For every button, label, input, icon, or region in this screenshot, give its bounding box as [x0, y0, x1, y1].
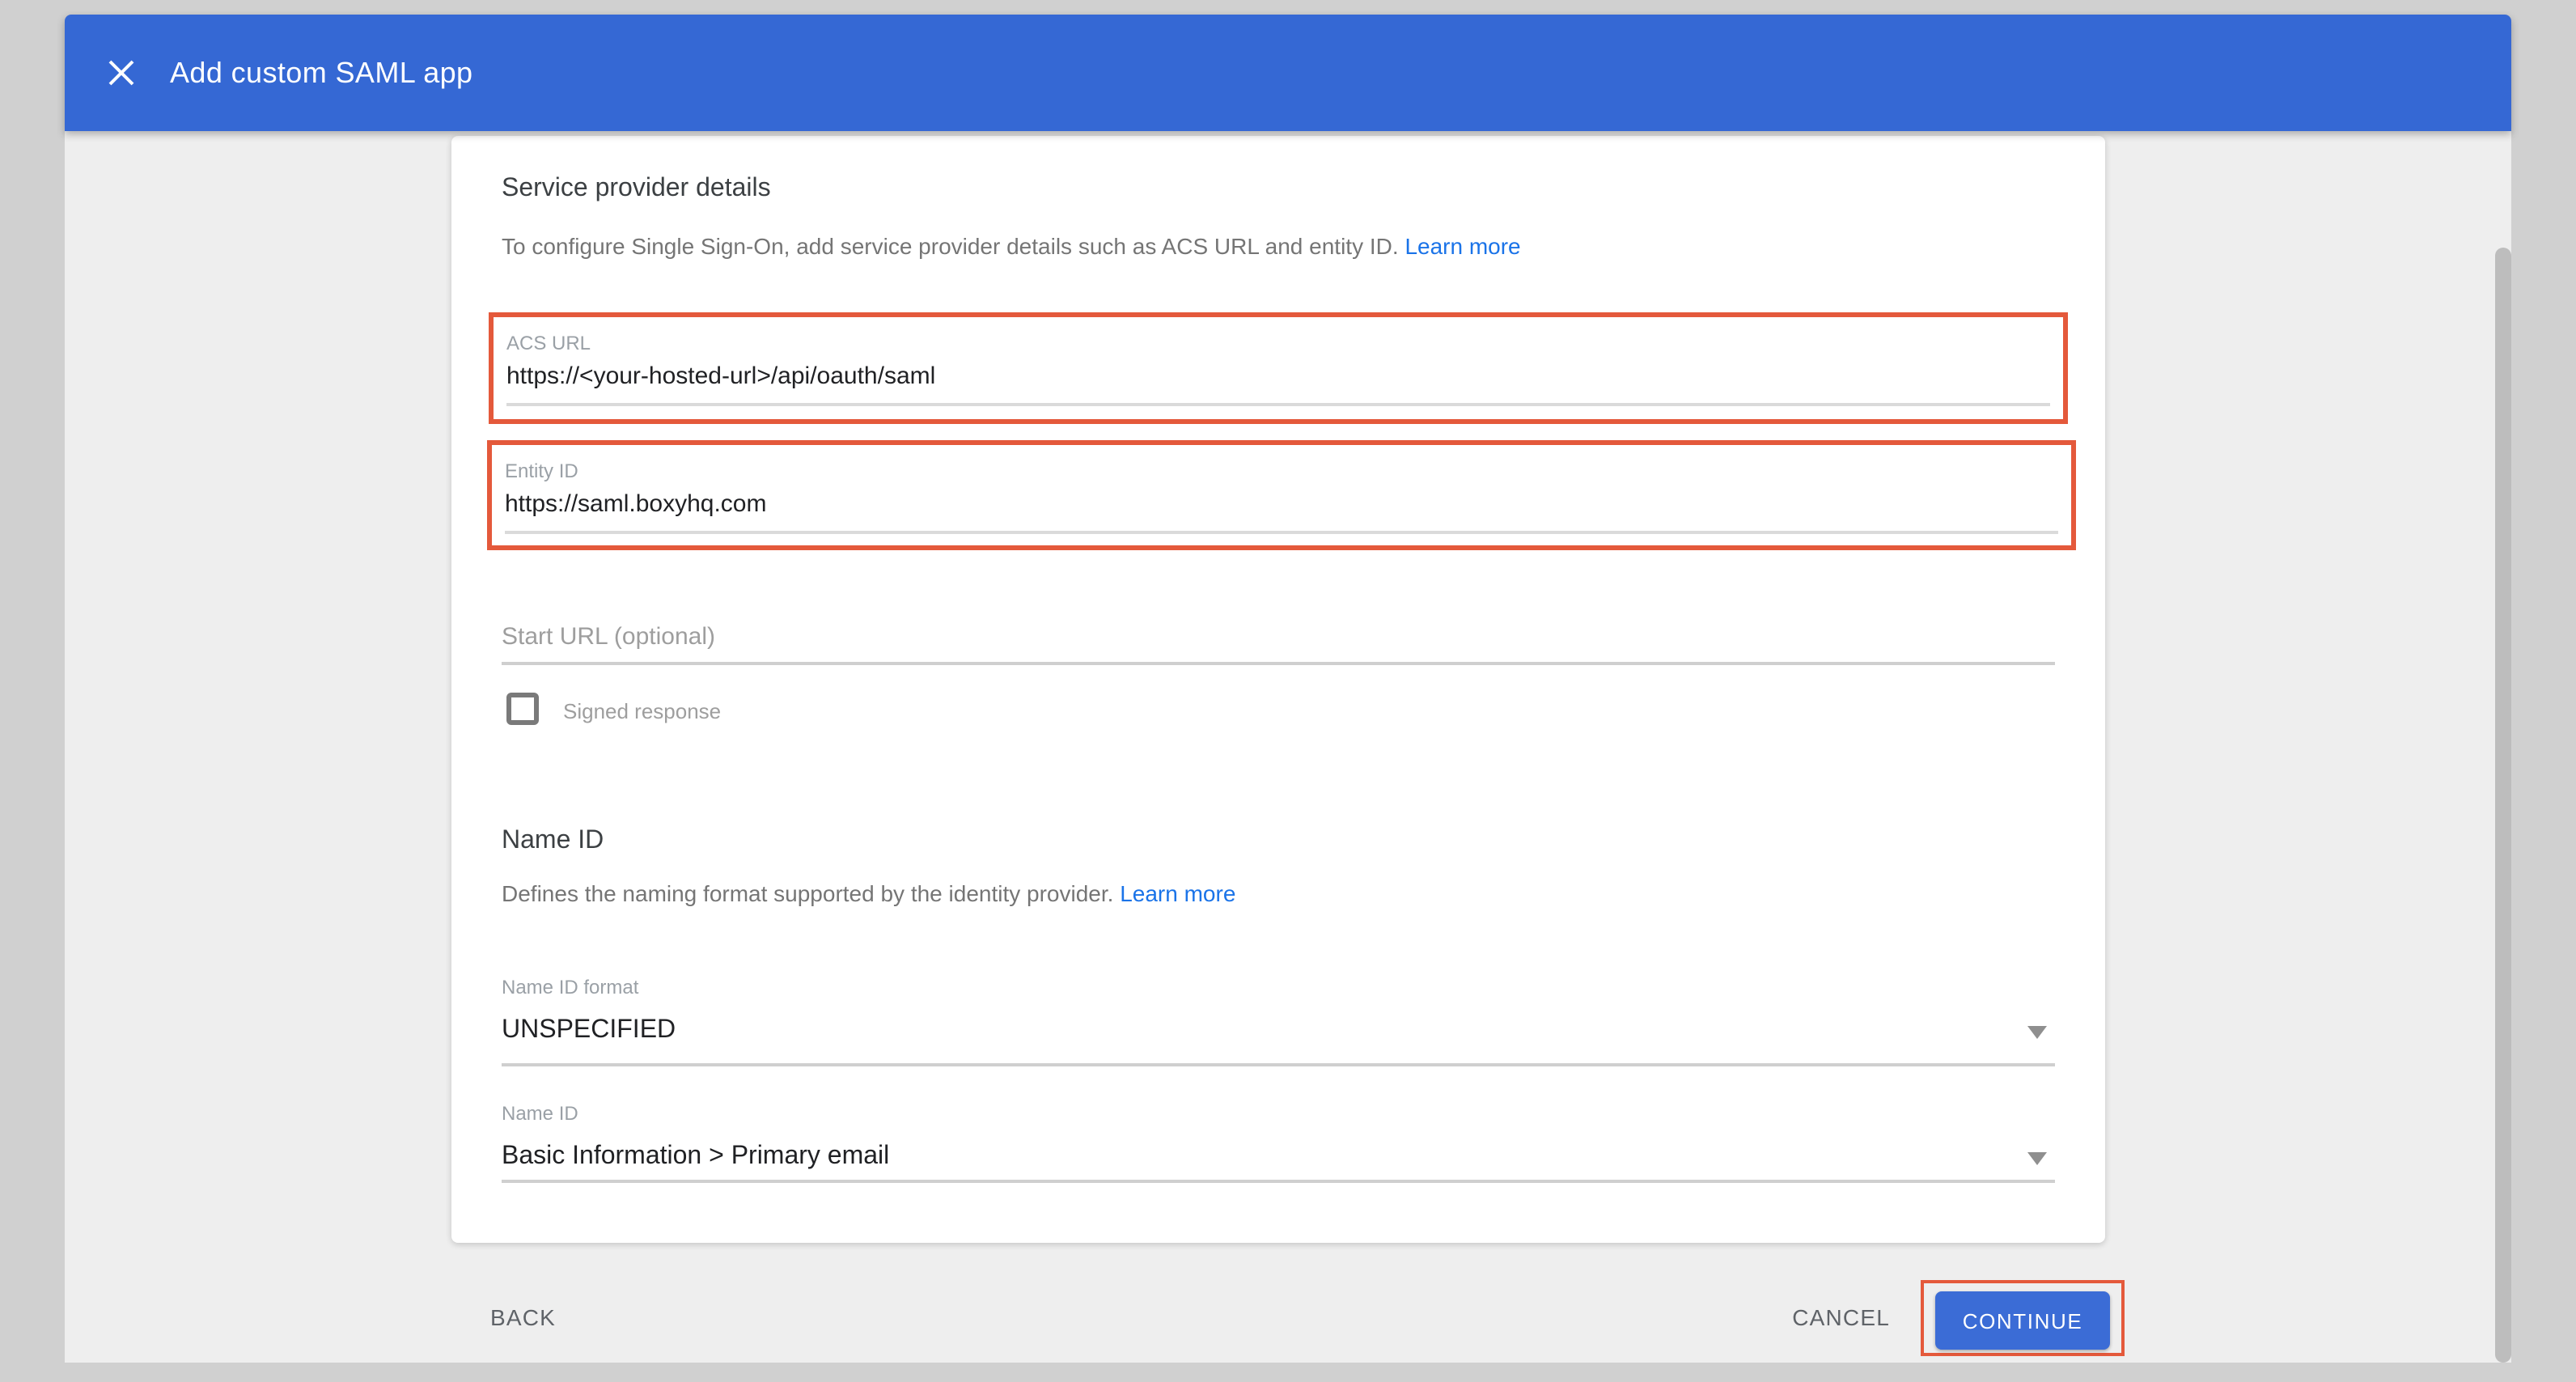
dialog-title: Add custom SAML app: [170, 56, 472, 90]
dialog-header: Add custom SAML app: [65, 15, 2511, 131]
cancel-button[interactable]: CANCEL: [1792, 1304, 1890, 1330]
name-id-format-label: Name ID format: [502, 976, 638, 998]
service-provider-card: Service provider details To configure Si…: [451, 136, 2105, 1243]
name-id-format-underline: [502, 1063, 2055, 1066]
acs-url-highlight-box: ACS URL: [489, 312, 2068, 424]
name-id-format-dropdown-arrow-icon[interactable]: [2027, 1026, 2047, 1039]
entity-id-label: Entity ID: [505, 460, 578, 482]
name-id-description-text: Defines the naming format supported by t…: [502, 880, 1113, 906]
start-url-underline: [502, 662, 2055, 665]
name-id-dropdown-arrow-icon[interactable]: [2027, 1152, 2047, 1165]
name-id-value[interactable]: Basic Information > Primary email: [502, 1142, 889, 1172]
continue-highlight-box: CONTINUE: [1921, 1280, 2125, 1356]
acs-url-input[interactable]: [506, 356, 2050, 395]
screen: Add custom SAML app Service provider det…: [0, 0, 2576, 1382]
section-description-service-provider: To configure Single Sign-On, add service…: [502, 233, 1521, 259]
service-provider-description-text: To configure Single Sign-On, add service…: [502, 233, 1399, 259]
section-description-name-id: Defines the naming format supported by t…: [502, 880, 1235, 906]
entity-id-highlight-box: Entity ID: [487, 440, 2076, 550]
signed-response-label: Signed response: [563, 699, 721, 723]
close-icon: [107, 58, 136, 87]
learn-more-link-name-id[interactable]: Learn more: [1120, 880, 1235, 906]
entity-id-underline: [505, 531, 2058, 534]
section-title-service-provider: Service provider details: [502, 175, 771, 204]
acs-url-underline: [506, 403, 2050, 406]
name-id-underline: [502, 1180, 2055, 1183]
add-custom-saml-app-dialog: Add custom SAML app Service provider det…: [65, 15, 2511, 1363]
name-id-format-value[interactable]: UNSPECIFIED: [502, 1016, 676, 1045]
acs-url-label: ACS URL: [506, 332, 591, 354]
start-url-input[interactable]: [502, 615, 2055, 657]
close-button[interactable]: [100, 52, 142, 94]
dialog-body: Service provider details To configure Si…: [65, 131, 2511, 1363]
vertical-scrollbar-thumb[interactable]: [2495, 248, 2511, 1363]
signed-response-checkbox[interactable]: [506, 693, 539, 725]
back-button[interactable]: BACK: [490, 1304, 556, 1330]
learn-more-link-service-provider[interactable]: Learn more: [1405, 233, 1520, 259]
continue-button[interactable]: CONTINUE: [1935, 1291, 2110, 1350]
name-id-label: Name ID: [502, 1102, 578, 1125]
section-title-name-id: Name ID: [502, 827, 604, 856]
entity-id-input[interactable]: [505, 484, 2058, 523]
